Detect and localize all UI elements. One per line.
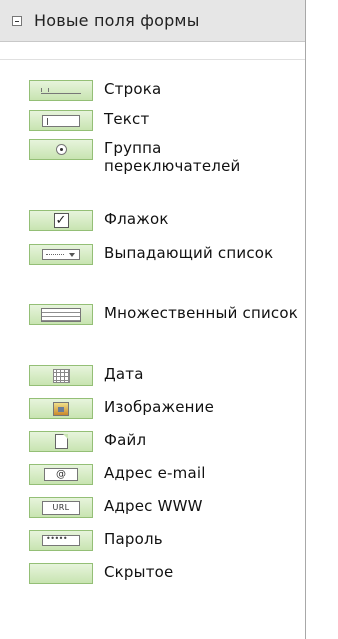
text-area-icon [42, 114, 80, 127]
field-item-url[interactable]: URL Адрес WWW [29, 497, 299, 518]
date-button[interactable] [29, 365, 93, 386]
field-label: Строка [104, 80, 162, 98]
dropdown-list-icon [42, 249, 80, 260]
multi-select-list-icon [41, 307, 81, 322]
url-button[interactable]: URL [29, 497, 93, 518]
new-form-fields-panel: Новые поля формы Строка Текст Группа пер… [0, 0, 306, 639]
multi-select-list-button[interactable] [29, 304, 93, 325]
calendar-icon [52, 368, 70, 383]
field-label: Дата [104, 365, 144, 383]
url-icon: URL [42, 500, 80, 515]
field-label: Изображение [104, 398, 215, 416]
single-line-input-icon [41, 87, 81, 94]
hidden-field-button[interactable] [29, 563, 93, 584]
field-item-email[interactable]: @ Адрес e-mail [29, 464, 299, 485]
password-button[interactable]: ••••• [29, 530, 93, 551]
field-label: Множественный список [104, 304, 298, 322]
file-icon [54, 434, 68, 449]
field-label: Текст [104, 110, 150, 128]
radio-group-icon [55, 144, 67, 155]
radio-group-button[interactable] [29, 139, 93, 160]
field-item-file[interactable]: Файл [29, 431, 299, 452]
field-label: Адрес WWW [104, 497, 203, 515]
dropdown-list-button[interactable] [29, 244, 93, 265]
panel-title: Новые поля формы [34, 11, 200, 30]
field-item-string[interactable]: Строка [29, 80, 299, 101]
field-item-dropdown[interactable]: Выпадающий список [29, 244, 299, 265]
field-item-hidden[interactable]: Скрытое [29, 563, 299, 584]
field-label: Адрес e-mail [104, 464, 206, 482]
single-line-input-button[interactable] [29, 80, 93, 101]
new-form-fields-header[interactable]: Новые поля формы [0, 0, 305, 42]
header-spacer [0, 42, 305, 60]
email-button[interactable]: @ [29, 464, 93, 485]
checkbox-icon: ✓ [53, 213, 69, 228]
field-label: Файл [104, 431, 147, 449]
checkbox-button[interactable]: ✓ [29, 210, 93, 231]
image-button[interactable] [29, 398, 93, 419]
field-label: Группа переключателей [104, 139, 241, 175]
text-area-button[interactable] [29, 110, 93, 131]
field-item-radio-group[interactable]: Группа переключателей [29, 139, 299, 175]
field-label: Флажок [104, 210, 169, 228]
field-label: Скрытое [104, 563, 174, 581]
field-label: Выпадающий список [104, 244, 274, 262]
image-icon [53, 401, 69, 416]
field-item-image[interactable]: Изображение [29, 398, 299, 419]
field-item-checkbox[interactable]: ✓ Флажок [29, 210, 299, 231]
email-icon: @ [44, 468, 78, 481]
collapse-icon[interactable] [12, 15, 22, 26]
field-label: Пароль [104, 530, 163, 548]
field-item-password[interactable]: ••••• Пароль [29, 530, 299, 551]
field-item-date[interactable]: Дата [29, 365, 299, 386]
password-icon: ••••• [42, 535, 80, 546]
field-item-multi-select[interactable]: Множественный список [29, 304, 299, 325]
file-button[interactable] [29, 431, 93, 452]
field-item-text[interactable]: Текст [29, 110, 299, 131]
